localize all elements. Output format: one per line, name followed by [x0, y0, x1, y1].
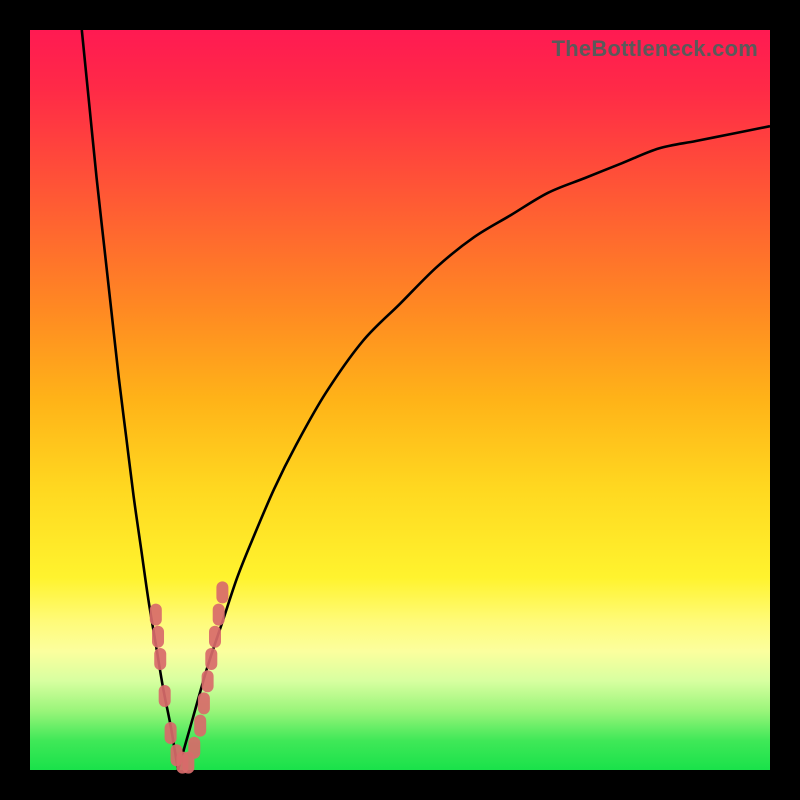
marker-point	[213, 604, 225, 626]
marker-point	[198, 692, 210, 714]
marker-point	[205, 648, 217, 670]
plot-area: TheBottleneck.com	[30, 30, 770, 770]
marker-point	[209, 626, 221, 648]
marker-point	[152, 626, 164, 648]
marker-point	[165, 722, 177, 744]
marker-point	[216, 581, 228, 603]
chart-frame: TheBottleneck.com	[0, 0, 800, 800]
marker-point	[188, 737, 200, 759]
marker-point	[150, 604, 162, 626]
marker-point	[154, 648, 166, 670]
marker-point	[202, 670, 214, 692]
right-curve	[178, 126, 770, 770]
curve-layer	[30, 30, 770, 770]
marker-point	[159, 685, 171, 707]
marker-point	[194, 715, 206, 737]
